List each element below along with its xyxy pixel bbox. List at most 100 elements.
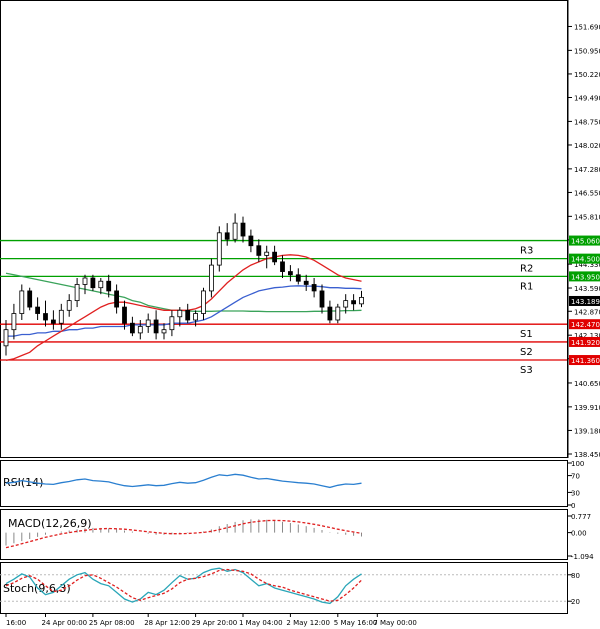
- macd-tick-label: -1.094: [571, 553, 594, 561]
- macd-tick-label: 0.00: [571, 530, 587, 538]
- time-tick-label: 2 May 12:00: [286, 619, 330, 627]
- candle-body: [335, 306, 341, 321]
- candle-body: [122, 306, 127, 324]
- price-tick-label: 139.910: [574, 404, 600, 412]
- price-tick-label: 148.020: [574, 142, 600, 150]
- candle-body: [256, 245, 262, 256]
- candle: [287, 265, 293, 282]
- candle: [58, 303, 64, 330]
- candle-body: [201, 290, 206, 314]
- rsi-tick-label: 70: [571, 473, 580, 481]
- candle: [66, 294, 72, 317]
- candle: [122, 300, 127, 330]
- price-tick-label: 150.220: [574, 71, 600, 79]
- time-tick-label: 24 Apr 00:00: [42, 619, 88, 627]
- candle-body: [27, 290, 33, 308]
- rsi-tick-label: 30: [571, 489, 580, 497]
- candle-body: [193, 313, 199, 321]
- price-tick-label: 149.490: [574, 95, 600, 103]
- candle-body: [11, 313, 17, 331]
- candle: [327, 300, 333, 324]
- rsi-line: [5, 473, 362, 489]
- time-tick-label: 7 May 00:00: [373, 619, 417, 627]
- candle: [153, 310, 159, 340]
- stoch-tick-label: 80: [571, 572, 580, 580]
- macd-label: MACD(12,26,9): [8, 517, 92, 530]
- price-tick-label: 140.650: [574, 380, 600, 388]
- time-tick-label: 16:00: [6, 619, 26, 627]
- ma-green-line: [5, 272, 362, 313]
- level-name-r2: R2: [520, 264, 533, 275]
- candle-body: [327, 306, 333, 321]
- candle-body: [98, 280, 104, 289]
- price-tick-label: 139.180: [574, 427, 600, 435]
- candle-body: [161, 329, 167, 334]
- candle: [19, 284, 25, 320]
- macd-pane: MACD(12,26,9) 0.777 0.00 -1.094: [0, 509, 594, 561]
- candle-body: [90, 277, 96, 289]
- price-tick-label: 150.950: [574, 47, 600, 55]
- candle-body: [208, 264, 214, 292]
- level-value-s3: 141.360: [571, 357, 600, 365]
- candle: [114, 284, 119, 314]
- time-tick-label: 1 May 04:00: [239, 619, 283, 627]
- stoch-pane: Stoch(9,6,3) 80 20: [0, 562, 580, 614]
- candle: [232, 213, 238, 243]
- level-value-s1: 142.470: [571, 321, 600, 329]
- candle-body: [311, 284, 317, 292]
- candle: [137, 319, 143, 340]
- candle-body: [295, 274, 301, 282]
- candle-body: [19, 290, 25, 314]
- candle-body: [129, 322, 135, 334]
- candle-body: [280, 261, 285, 272]
- candle-body: [248, 235, 254, 247]
- candle-body: [264, 251, 270, 256]
- pivot-levels: R3 145.060 R2 144.500 R1 143.950 S1 142.470 S2 14…: [0, 235, 600, 376]
- candle-body: [106, 280, 112, 292]
- candle: [224, 223, 230, 246]
- candle: [11, 303, 17, 340]
- candle-body: [43, 313, 48, 321]
- candle-body: [232, 222, 238, 240]
- stoch-tick-label: 20: [571, 598, 580, 606]
- candle: [359, 290, 364, 308]
- candle-body: [137, 326, 143, 334]
- candle-body: [319, 290, 325, 308]
- candle: [335, 303, 341, 324]
- price-tick-label: 151.690: [574, 23, 600, 31]
- candle: [240, 216, 246, 243]
- candle: [27, 287, 33, 311]
- macd-tick-label: 0.777: [571, 513, 591, 521]
- candle: [295, 268, 301, 285]
- stoch-axis-ticks: 80 20: [568, 572, 580, 606]
- macd-axis-ticks: 0.777 0.00 -1.094: [568, 513, 594, 561]
- candle: [319, 284, 325, 314]
- candle-body: [177, 309, 183, 318]
- level-name-r3: R3: [520, 246, 533, 257]
- price-tick-label: 138.450: [574, 451, 600, 459]
- time-tick-label: 5 May 16:00: [334, 619, 378, 627]
- rsi-tick-label: 100: [571, 460, 584, 468]
- level-name-s3: S3: [520, 365, 533, 376]
- current-price-marker: 143.189: [569, 295, 600, 306]
- candle-body: [114, 290, 119, 308]
- time-tick-label: 25 Apr 08:00: [89, 619, 135, 627]
- stoch-label: Stoch(9,6,3): [3, 582, 71, 595]
- candle: [82, 274, 88, 295]
- rsi-pane: RSI(14) 10070300: [0, 460, 584, 510]
- level-name-r1: R1: [520, 281, 533, 292]
- candle: [145, 313, 151, 333]
- rsi-line-path: [5, 473, 362, 489]
- candle: [185, 303, 191, 324]
- time-tick-label: 28 Apr 12:00: [144, 619, 190, 627]
- candle: [248, 229, 254, 253]
- candle: [90, 274, 96, 291]
- price-tick-label: 145.810: [574, 213, 600, 221]
- candle: [129, 316, 135, 337]
- ma-red-line: [5, 254, 362, 362]
- candle-body: [82, 277, 88, 285]
- moving-averages: [5, 254, 362, 362]
- candle-body: [185, 309, 191, 321]
- candle: [161, 323, 167, 340]
- candle: [43, 300, 48, 327]
